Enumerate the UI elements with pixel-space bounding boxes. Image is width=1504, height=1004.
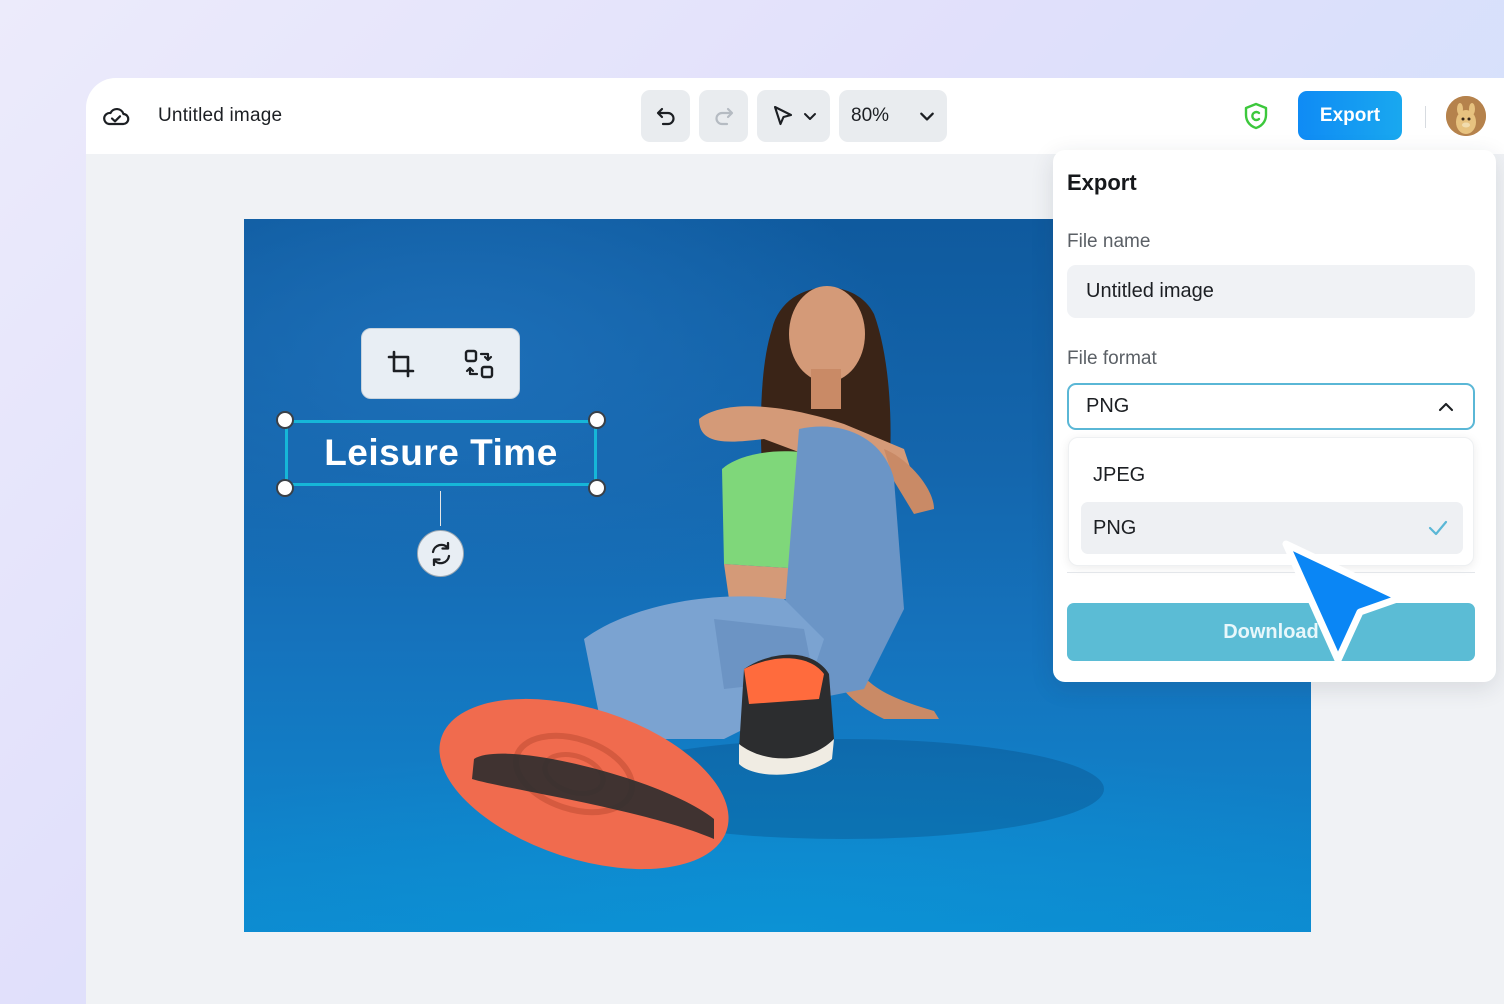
text-layer-content[interactable]: Leisure Time bbox=[324, 432, 558, 474]
crop-icon[interactable] bbox=[386, 349, 416, 379]
cloud-icon[interactable] bbox=[101, 102, 131, 132]
text-layer-selection[interactable]: Leisure Time bbox=[285, 420, 597, 486]
file-format-select[interactable]: PNG bbox=[1067, 383, 1475, 430]
resize-handle-top-left[interactable] bbox=[276, 411, 294, 429]
resize-handle-bottom-left[interactable] bbox=[276, 479, 294, 497]
resize-handle-bottom-right[interactable] bbox=[588, 479, 606, 497]
resize-handle-top-right[interactable] bbox=[588, 411, 606, 429]
select-tool-button[interactable] bbox=[757, 90, 830, 142]
rotate-stem bbox=[440, 491, 441, 526]
export-button[interactable]: Export bbox=[1298, 91, 1402, 140]
pointer-icon bbox=[773, 105, 792, 126]
chevron-down-icon bbox=[803, 113, 816, 120]
avatar[interactable] bbox=[1446, 96, 1486, 136]
chevron-up-icon bbox=[1438, 402, 1454, 411]
zoom-dropdown[interactable]: 80% bbox=[839, 90, 947, 142]
rotate-handle[interactable] bbox=[417, 530, 464, 577]
avatar-image bbox=[1446, 96, 1486, 136]
check-icon bbox=[1428, 520, 1448, 536]
top-bar: Untitled image 80% Export bbox=[86, 78, 1504, 154]
image-context-toolbar bbox=[361, 328, 520, 399]
redo-button[interactable] bbox=[699, 90, 748, 142]
cursor-arrow-icon bbox=[1282, 540, 1404, 664]
replace-icon[interactable] bbox=[463, 348, 495, 380]
zoom-level: 80% bbox=[851, 105, 890, 126]
format-option-label: PNG bbox=[1093, 516, 1137, 539]
document-title[interactable]: Untitled image bbox=[158, 105, 282, 127]
chevron-down-icon bbox=[920, 112, 934, 121]
rotate-icon bbox=[431, 541, 450, 566]
divider bbox=[1425, 106, 1426, 128]
format-option-jpeg[interactable]: JPEG bbox=[1093, 464, 1145, 487]
redo-icon bbox=[714, 107, 733, 126]
selected-format: PNG bbox=[1086, 395, 1130, 417]
panel-title: Export bbox=[1067, 170, 1137, 195]
shield-icon[interactable] bbox=[1243, 102, 1269, 130]
file-name-label: File name bbox=[1067, 231, 1151, 252]
file-name-input[interactable]: Untitled image bbox=[1067, 265, 1475, 318]
undo-icon bbox=[656, 107, 675, 126]
file-format-label: File format bbox=[1067, 348, 1157, 369]
undo-button[interactable] bbox=[641, 90, 690, 142]
